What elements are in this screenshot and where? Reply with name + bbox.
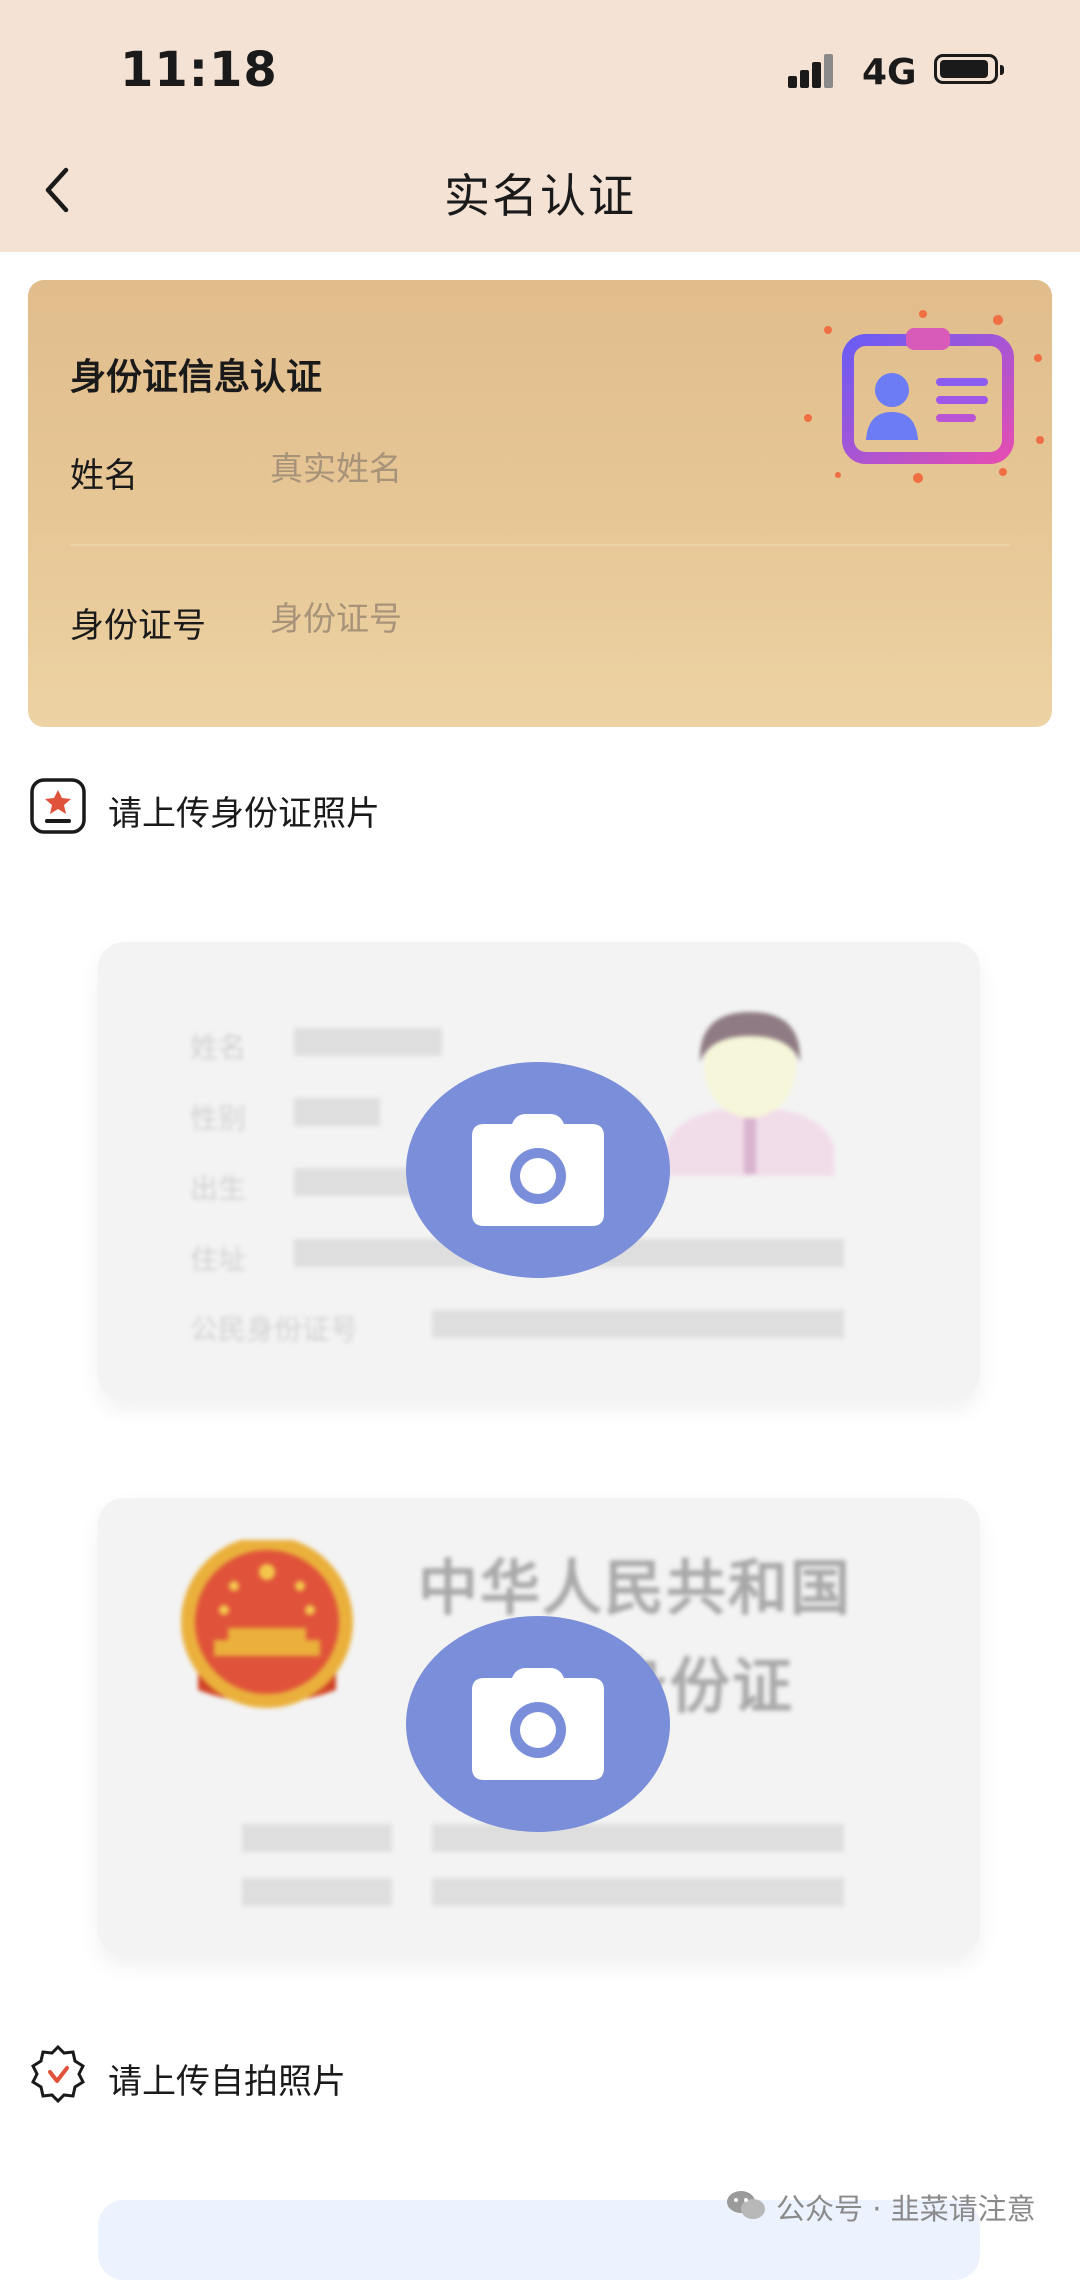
watermark-text: 公众号 · 韭菜请注意 (776, 2192, 1036, 2226)
national-emblem-icon (181, 1540, 353, 1708)
id-front-upload[interactable]: 姓名 性别 民族 出生 住址 公民身份证号 (98, 942, 980, 1400)
page-title: 实名认证 (444, 169, 636, 223)
id-upload-heading: 请上传身份证照片 (28, 776, 628, 840)
front-field-label: 公民身份证号 (190, 1313, 359, 1346)
camera-icon (472, 1114, 604, 1226)
id-number-label: 身份证号 (70, 606, 206, 646)
battery-icon (934, 54, 1004, 84)
front-field-label: 出生 (190, 1172, 247, 1205)
id-card-icon (804, 310, 1044, 483)
selfie-upload-heading: 请上传自拍照片 (28, 2044, 628, 2108)
id-back-title-line1: 中华人民共和国 (418, 1554, 852, 1624)
name-input[interactable] (268, 442, 692, 494)
camera-button-back[interactable] (406, 1616, 670, 1832)
front-field-label: 性别 (190, 1102, 247, 1135)
wechat-icon (727, 2191, 765, 2219)
id-upload-heading-text: 请上传身份证照片 (108, 794, 380, 834)
id-info-card: 身份证信息认证 姓名 身份证号 (28, 280, 1052, 727)
network-type: 4G (862, 52, 917, 93)
front-field-label: 姓名 (190, 1031, 247, 1064)
id-badge-icon (30, 778, 86, 834)
name-label: 姓名 (70, 456, 138, 496)
app-header: 11:18 4G 实名认证 (0, 0, 1080, 252)
portrait-icon (666, 1012, 834, 1176)
status-time: 11:18 (120, 42, 278, 98)
camera-icon (472, 1668, 604, 1780)
id-back-upload[interactable]: 中华人民共和国 居民身份证 (98, 1498, 980, 1956)
signal-icon (788, 52, 846, 92)
id-form-title: 身份证信息认证 (70, 357, 323, 398)
front-field-label: 住址 (190, 1243, 247, 1276)
camera-button-front[interactable] (406, 1062, 670, 1278)
selfie-upload-heading-text: 请上传自拍照片 (108, 2062, 346, 2102)
shield-check-icon (31, 2044, 85, 2104)
form-divider (70, 544, 1010, 546)
id-number-input[interactable] (268, 592, 692, 644)
